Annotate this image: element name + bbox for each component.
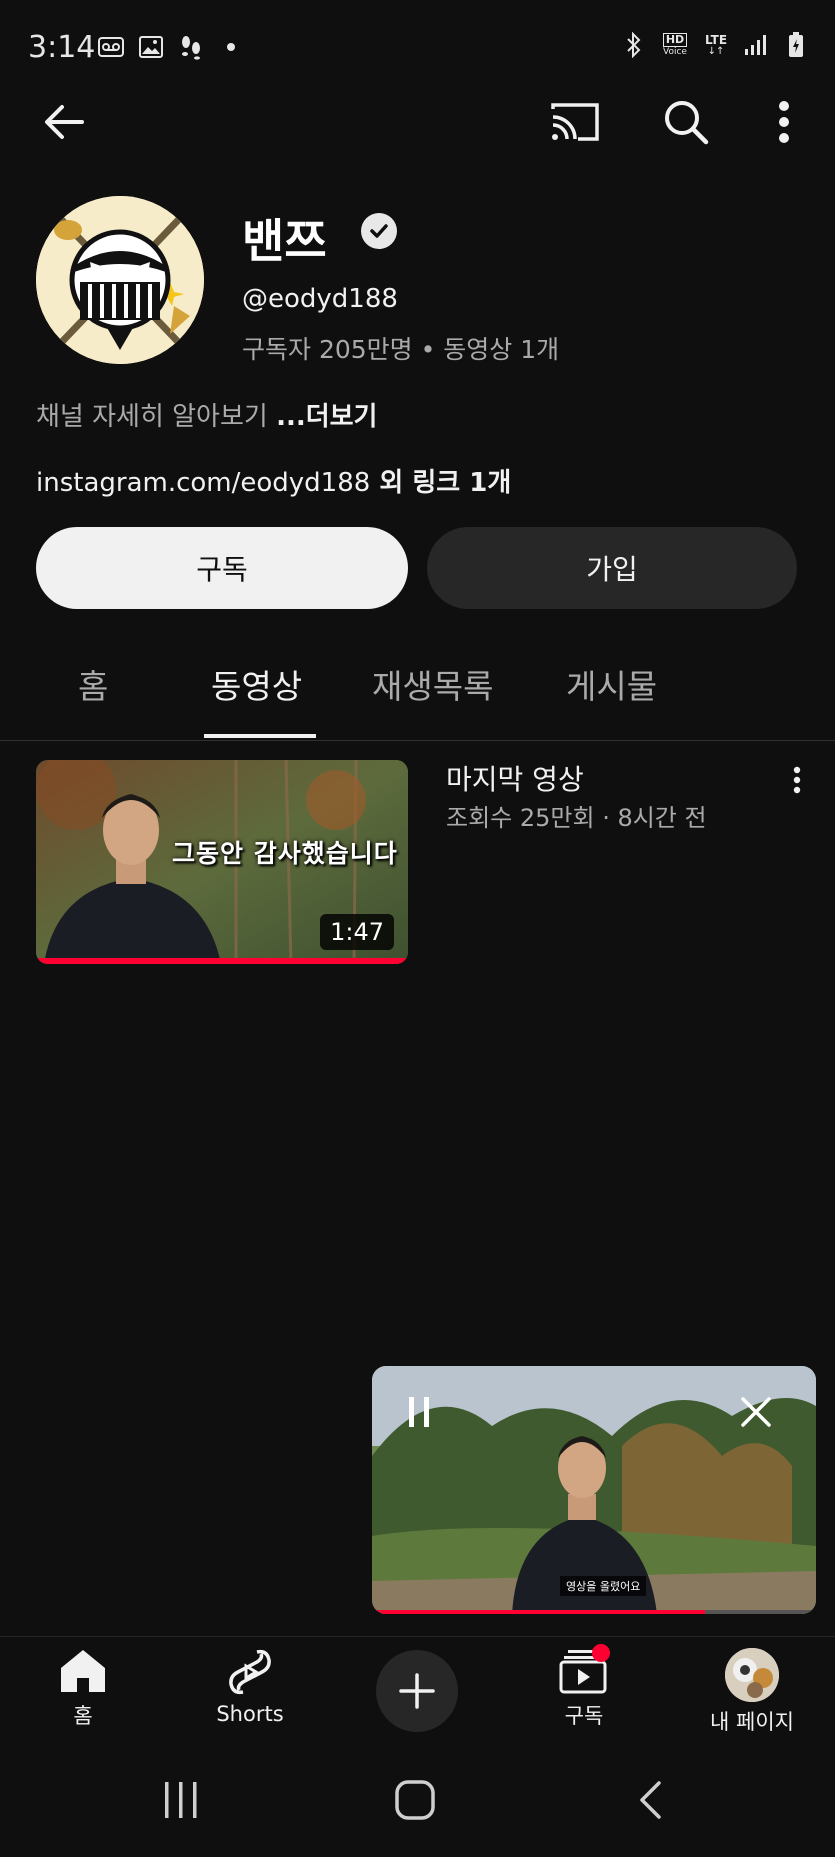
avatar-icon [725,1648,779,1702]
image-icon [138,34,164,60]
shorts-icon [229,1649,271,1695]
more-vert-icon [793,766,801,794]
mini-close-button[interactable] [734,1390,778,1434]
system-recents-button[interactable] [151,1772,211,1828]
hd-label: HD [662,33,688,47]
back-button[interactable] [32,90,96,154]
nav-subscriptions[interactable]: 구독 [524,1644,644,1730]
watched-progress-bar [36,958,408,964]
channel-about[interactable]: 채널 자세히 알아보기 ...더보기 [36,396,377,433]
tab-videos[interactable]: 동영상 [211,660,302,708]
lte-icon: LTE ↓↑ [704,32,728,57]
back-arrow-icon [45,105,84,139]
search-icon [665,101,709,145]
channel-avatar[interactable] [36,196,204,364]
channel-handle: @eodyd188 [242,284,398,314]
join-button[interactable]: 가입 [427,527,797,609]
channel-name: 밴쯔 [242,214,327,268]
nav-create-button[interactable] [376,1650,458,1732]
voice-label: Voice [663,47,687,57]
tab-posts[interactable]: 게시물 [566,660,657,708]
nav-shorts-label: Shorts [216,1702,284,1726]
status-icons-left [98,34,244,60]
channel-meta: 구독자 205만명 • 동영상 1개 [242,335,560,364]
system-home-button[interactable] [385,1772,445,1828]
status-time: 3:14 [28,30,96,65]
video-duration: 1:47 [320,914,394,950]
hd-voice-icon: HD Voice [661,32,689,58]
nav-home[interactable]: 홈 [23,1648,143,1730]
subscriptions-badge [592,1644,610,1662]
channel-logo-icon [36,196,204,364]
status-icons-right: HD Voice LTE ↓↑ [621,32,809,58]
pause-icon [409,1397,429,1427]
avatar [725,1648,779,1702]
nav-shorts[interactable]: Shorts [190,1648,310,1726]
video-thumbnail[interactable]: 그동안 감사했습니다 1:47 [36,760,408,964]
video-overlay-text: 그동안 감사했습니다 [172,839,398,868]
more-vert-icon [779,101,789,143]
video-title[interactable]: 마지막 영상 [446,758,584,798]
video-more-button[interactable] [782,760,812,800]
home-icon [61,1650,105,1692]
back-chevron-icon [640,1781,661,1819]
dot-icon [218,34,244,60]
active-tab-indicator [204,734,316,738]
add-icon [399,1673,435,1709]
recents-icon [165,1782,197,1818]
nav-home-label: 홈 [73,1704,93,1728]
mini-player[interactable]: 영상을 올렸어요 [372,1366,816,1614]
link-url[interactable]: instagram.com/eodyd188 [36,468,370,498]
link-extra: 외 링크 1개 [370,468,512,498]
about-text: 채널 자세히 알아보기 [36,402,277,432]
verified-badge-icon [361,213,397,249]
search-button[interactable] [654,90,718,154]
tab-playlists[interactable]: 재생목록 [372,660,493,708]
nav-my-page-label: 내 페이지 [710,1710,794,1734]
home-circle-icon [395,1780,435,1820]
subscribe-button[interactable]: 구독 [36,527,408,609]
tab-home[interactable]: 홈 [78,660,108,708]
voicemail-icon [98,34,124,60]
cast-icon [551,103,599,141]
close-icon [741,1397,771,1427]
about-more-link[interactable]: ...더보기 [276,402,377,432]
nav-my-page[interactable]: 내 페이지 [691,1648,813,1736]
video-meta: 조회수 25만회 · 8시간 전 [446,804,707,832]
tab-divider [0,740,835,741]
nav-subscriptions-label: 구독 [564,1704,604,1728]
bluetooth-icon [621,32,647,58]
mini-player-progress [372,1610,705,1614]
footprint-icon [178,34,204,60]
battery-icon [783,32,809,58]
more-options-button[interactable] [752,90,816,154]
cast-button[interactable] [543,90,607,154]
mini-pause-button[interactable] [398,1390,442,1434]
signal-icon [743,32,769,58]
channel-links[interactable]: instagram.com/eodyd188 외 링크 1개 [36,462,511,499]
mini-player-caption: 영상을 올렸어요 [560,1576,647,1596]
system-back-button[interactable] [620,1772,680,1828]
lte-label: LTE [704,32,728,47]
